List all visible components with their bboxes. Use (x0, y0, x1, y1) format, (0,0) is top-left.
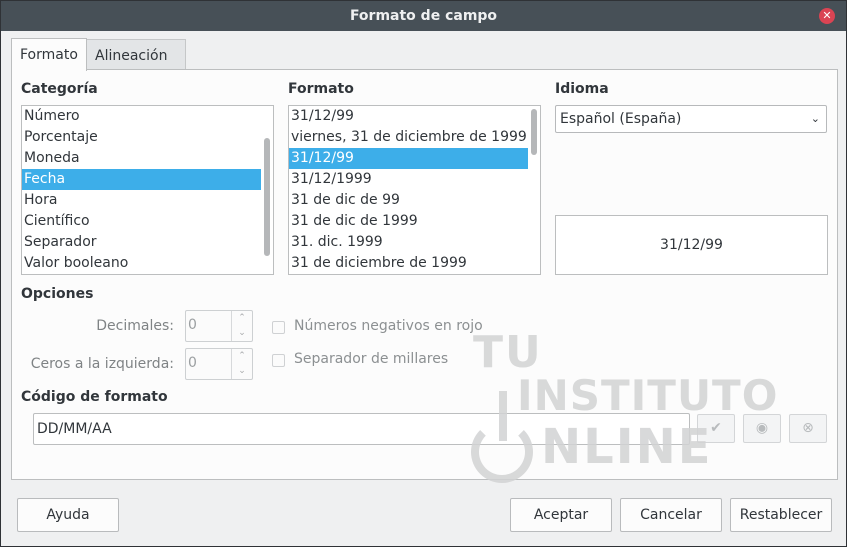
delete-code-button[interactable]: ⊗ (789, 414, 827, 443)
list-item[interactable]: 31. dic. 1999 (289, 232, 540, 253)
tab-alineacion[interactable]: Alineación (87, 39, 186, 70)
ceros-label: Ceros a la izquierda: (30, 356, 174, 372)
list-item[interactable]: 31/12/99 (289, 106, 540, 127)
formato-label: Formato (288, 81, 354, 97)
list-item[interactable]: viernes, 31 de diciembre de 1999 (289, 127, 540, 148)
list-item[interactable]: Porcentaje (22, 127, 273, 148)
spin-down-icon[interactable]: ⌄ (232, 326, 252, 341)
categoria-scrollbar[interactable] (261, 106, 273, 274)
watermark-line2: INSTITUTO (517, 371, 779, 420)
tab-formato[interactable]: Formato (11, 38, 87, 71)
watermark-logo: TU INSTITUTO NLINE (471, 327, 777, 487)
checkbox-box[interactable] (272, 321, 285, 334)
list-item[interactable]: Moneda (22, 148, 273, 169)
list-item[interactable]: 31 de dic de 99 (289, 190, 540, 211)
decimales-stepper: ⌃ ⌄ (231, 311, 252, 341)
formato-list[interactable]: 31/12/99 viernes, 31 de diciembre de 1999… (288, 105, 541, 275)
format-preview: 31/12/99 (555, 215, 828, 275)
list-item[interactable]: 31 de dic de 1999 (289, 211, 540, 232)
categoria-label: Categoría (21, 81, 98, 97)
watermark-line3: NLINE (541, 419, 713, 475)
list-item[interactable]: Número (22, 106, 273, 127)
title-bar: Formato de campo ✕ (1, 1, 846, 31)
preview-value: 31/12/99 (660, 237, 723, 253)
decimales-spinbox[interactable]: 0 ⌃ ⌄ (185, 310, 253, 342)
aceptar-button[interactable]: Aceptar (510, 498, 612, 532)
list-item[interactable]: 31/12/1999 (289, 169, 540, 190)
spin-up-icon[interactable]: ⌃ (232, 311, 252, 326)
idioma-select[interactable]: Español (España) ⌄ (555, 105, 827, 133)
list-item[interactable]: Fecha (22, 169, 273, 190)
cancelar-button[interactable]: Cancelar (620, 498, 722, 532)
format-field-dialog: Formato de campo ✕ Formato Alineación Ca… (0, 0, 847, 547)
opciones-label: Opciones (21, 286, 94, 302)
close-icon[interactable]: ✕ (819, 8, 835, 24)
formato-scroll-thumb[interactable] (531, 109, 537, 155)
decimales-label: Decimales: (96, 318, 174, 334)
negativos-rojo-label: Números negativos en rojo (294, 318, 483, 334)
format-code-value: DD/MM/AA (37, 421, 112, 437)
categoria-list[interactable]: Número Porcentaje Moneda Fecha Hora Científic… (21, 105, 274, 275)
separador-millares-label: Separador de millares (294, 351, 449, 367)
ceros-spinbox[interactable]: 0 ⌃ ⌄ (185, 348, 253, 380)
spin-up-icon[interactable]: ⌃ (232, 349, 252, 364)
codigo-label: Código de formato (21, 389, 168, 405)
list-item[interactable]: Separador (22, 232, 273, 253)
ceros-stepper: ⌃ ⌄ (231, 349, 252, 379)
ayuda-button[interactable]: Ayuda (17, 498, 119, 532)
checkbox-box[interactable] (272, 354, 285, 367)
delete-icon: ⊗ (802, 420, 814, 436)
chevron-down-icon: ⌄ (810, 112, 820, 125)
ceros-value: 0 (188, 355, 197, 371)
spin-down-icon[interactable]: ⌄ (232, 364, 252, 379)
list-item[interactable]: 31 de diciembre de 1999 (289, 253, 540, 274)
idioma-label: Idioma (555, 81, 609, 97)
list-item[interactable]: Científico (22, 211, 273, 232)
categoria-scroll-thumb[interactable] (264, 138, 270, 256)
idioma-value: Español (España) (560, 111, 682, 127)
list-item[interactable]: 31/12/99 (289, 148, 540, 169)
power-icon-ring (471, 421, 533, 483)
decimales-value: 0 (188, 317, 197, 333)
dialog-title: Formato de campo (349, 8, 498, 24)
restablecer-button[interactable]: Restablecer (730, 498, 832, 532)
list-item[interactable]: Hora (22, 190, 273, 211)
list-item[interactable]: Valor booleano (22, 253, 273, 274)
formato-scrollbar[interactable] (528, 106, 540, 274)
list-item[interactable]: 31 dic de 1999 (289, 274, 540, 275)
